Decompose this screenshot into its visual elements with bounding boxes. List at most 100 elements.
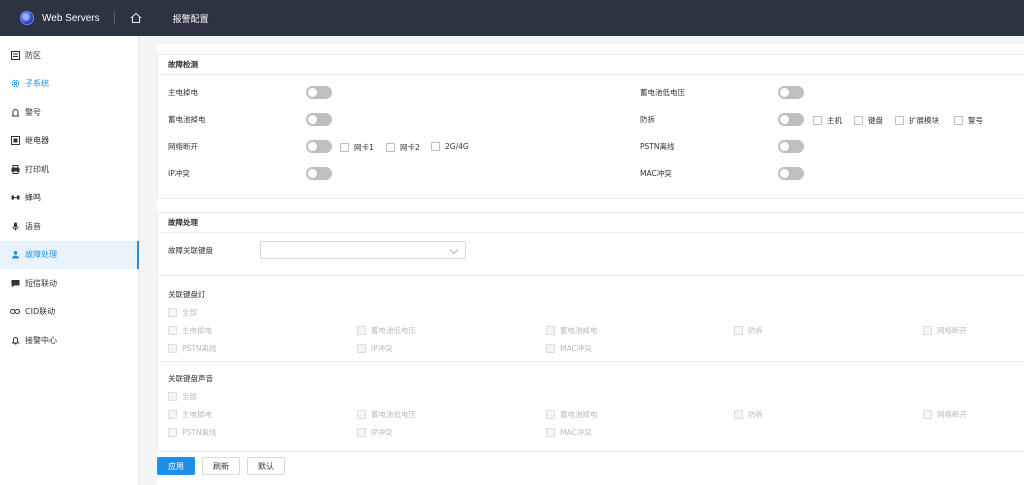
sidebar-item-label: CID联动 bbox=[25, 307, 56, 317]
checkbox-box bbox=[168, 326, 177, 335]
sidebar-item-sms[interactable]: 短信联动 bbox=[0, 269, 138, 298]
main-content: 故障检测 主电掉电 蓄电池掉电 网络断开 网卡1 网卡2 2G/4G IP冲突 … bbox=[139, 36, 1024, 485]
light-main-power-checkbox[interactable]: 主电掉电 bbox=[168, 325, 212, 336]
sound-network-checkbox[interactable]: 网络断开 bbox=[923, 409, 967, 420]
sidebar-item-label: 打印机 bbox=[25, 164, 49, 174]
battery-low-toggle[interactable] bbox=[778, 86, 804, 99]
checkbox-box bbox=[168, 344, 177, 353]
sidebar-item-fault[interactable]: 故障处理 bbox=[0, 240, 139, 269]
sidebar-item-relay[interactable]: 继电器 bbox=[0, 127, 138, 156]
checkbox-box bbox=[431, 142, 440, 151]
light-all-checkbox[interactable]: 全部 bbox=[168, 307, 197, 318]
gear-icon bbox=[10, 79, 20, 89]
sidebar-item-subsystem[interactable]: 子系统 bbox=[0, 70, 138, 99]
sound-all-checkbox[interactable]: 全部 bbox=[168, 391, 197, 402]
checkbox-box bbox=[357, 410, 366, 419]
mic-icon bbox=[10, 221, 20, 231]
light-network-checkbox[interactable]: 网络断开 bbox=[923, 325, 967, 336]
checkbox-box bbox=[386, 143, 395, 152]
checkbox-label: 蓄电池掉电 bbox=[560, 410, 598, 419]
nic2-checkbox[interactable]: 网卡2 bbox=[386, 142, 420, 153]
sidebar-item-label: 蜂鸣 bbox=[25, 193, 41, 203]
tamper-label: 防拆 bbox=[640, 115, 655, 124]
light-mac-conflict-checkbox[interactable]: MAC冲突 bbox=[546, 343, 592, 354]
tamper-toggle[interactable] bbox=[778, 113, 804, 126]
sound-battery-power-checkbox[interactable]: 蓄电池掉电 bbox=[546, 409, 598, 420]
checkbox-box bbox=[357, 428, 366, 437]
home-icon[interactable] bbox=[129, 11, 143, 25]
sound-ip-conflict-checkbox[interactable]: IP冲突 bbox=[357, 427, 393, 438]
sidebar-item-siren[interactable]: 警号 bbox=[0, 98, 138, 127]
section-title: 故障检测 bbox=[158, 55, 1024, 75]
checkbox-label: 全部 bbox=[182, 392, 197, 401]
sidebar-item-label: 故障处理 bbox=[25, 250, 57, 260]
checkbox-box bbox=[954, 116, 963, 125]
sound-tamper-checkbox[interactable]: 防拆 bbox=[734, 409, 763, 420]
checkbox-label: 蓄电池低电压 bbox=[371, 326, 416, 335]
mac-conflict-toggle[interactable] bbox=[778, 167, 804, 180]
tamper-siren-checkbox[interactable]: 警号 bbox=[954, 115, 983, 126]
sidebar-item-zone[interactable]: 防区 bbox=[0, 41, 138, 70]
checkbox-label: 全部 bbox=[182, 308, 197, 317]
battery-power-toggle[interactable] bbox=[306, 113, 332, 126]
sidebar-item-alarm-center[interactable]: 接警中心 bbox=[0, 326, 138, 355]
sidebar-item-cid[interactable]: CID联动 bbox=[0, 298, 138, 327]
light-tamper-checkbox[interactable]: 防拆 bbox=[734, 325, 763, 336]
sound-mac-conflict-checkbox[interactable]: MAC冲突 bbox=[546, 427, 592, 438]
nic1-checkbox[interactable]: 网卡1 bbox=[340, 142, 374, 153]
sidebar-item-label: 短信联动 bbox=[25, 278, 57, 288]
sidebar: 防区 子系统 警号 继电器 打印机 蜂鸣 语音 故障处理 短信联动 CID联动 … bbox=[0, 36, 139, 485]
sound-battery-low-checkbox[interactable]: 蓄电池低电压 bbox=[357, 409, 416, 420]
fault-detect-card: 故障检测 主电掉电 蓄电池掉电 网络断开 网卡1 网卡2 2G/4G IP冲突 … bbox=[157, 54, 1024, 199]
light-ip-conflict-checkbox[interactable]: IP冲突 bbox=[357, 343, 393, 354]
light-pstn-checkbox[interactable]: PSTN离线 bbox=[168, 343, 216, 354]
bell-icon bbox=[10, 335, 20, 345]
checkbox-box bbox=[854, 116, 863, 125]
checkbox-label: 键盘 bbox=[868, 116, 883, 125]
section-divider bbox=[158, 275, 1024, 276]
checkbox-box bbox=[168, 392, 177, 401]
main-power-toggle[interactable] bbox=[306, 86, 332, 99]
ip-conflict-toggle[interactable] bbox=[306, 167, 332, 180]
checkbox-box bbox=[546, 410, 555, 419]
checkbox-box bbox=[923, 410, 932, 419]
checkbox-box bbox=[357, 344, 366, 353]
refresh-button[interactable]: 刷新 bbox=[202, 457, 240, 475]
checkbox-box bbox=[734, 326, 743, 335]
tamper-host-checkbox[interactable]: 主机 bbox=[813, 115, 842, 126]
checkbox-label: PSTN离线 bbox=[182, 344, 217, 353]
tamper-keyboard-checkbox[interactable]: 键盘 bbox=[854, 115, 883, 126]
sidebar-item-printer[interactable]: 打印机 bbox=[0, 155, 138, 184]
apply-button[interactable]: 应用 bbox=[157, 457, 195, 475]
sidebar-item-label: 语音 bbox=[25, 221, 41, 231]
fault-icon bbox=[10, 250, 20, 260]
header-breadcrumb[interactable]: 报警配置 bbox=[173, 12, 209, 25]
battery-power-label: 蓄电池掉电 bbox=[168, 115, 206, 124]
sound-main-power-checkbox[interactable]: 主电掉电 bbox=[168, 409, 212, 420]
sound-pstn-checkbox[interactable]: PSTN离线 bbox=[168, 427, 216, 438]
checkbox-box bbox=[340, 143, 349, 152]
pstn-toggle[interactable] bbox=[778, 140, 804, 153]
checkbox-label: 2G/4G bbox=[445, 142, 469, 151]
mobile-net-checkbox[interactable]: 2G/4G bbox=[431, 142, 469, 151]
network-toggle[interactable] bbox=[306, 140, 332, 153]
checkbox-label: MAC冲突 bbox=[560, 428, 592, 437]
default-button[interactable]: 默认 bbox=[247, 457, 285, 475]
checkbox-box bbox=[813, 116, 822, 125]
globe-logo-icon bbox=[20, 11, 34, 25]
sidebar-item-buzzer[interactable]: 蜂鸣 bbox=[0, 184, 138, 213]
checkbox-box bbox=[168, 308, 177, 317]
checkbox-label: 主电掉电 bbox=[182, 410, 212, 419]
light-battery-low-checkbox[interactable]: 蓄电池低电压 bbox=[357, 325, 416, 336]
config-panel: 故障检测 主电掉电 蓄电池掉电 网络断开 网卡1 网卡2 2G/4G IP冲突 … bbox=[157, 44, 1024, 485]
main-power-label: 主电掉电 bbox=[168, 88, 198, 97]
keyboard-select[interactable] bbox=[260, 241, 466, 259]
app-title: Web Servers bbox=[42, 12, 100, 24]
section-title: 故障处理 bbox=[158, 213, 1024, 233]
checkbox-label: PSTN离线 bbox=[182, 428, 217, 437]
chevron-down-icon bbox=[449, 245, 459, 255]
tamper-expansion-checkbox[interactable]: 扩展模块 bbox=[895, 115, 939, 126]
checkbox-box bbox=[168, 428, 177, 437]
sidebar-item-voice[interactable]: 语音 bbox=[0, 212, 138, 241]
light-battery-power-checkbox[interactable]: 蓄电池掉电 bbox=[546, 325, 598, 336]
